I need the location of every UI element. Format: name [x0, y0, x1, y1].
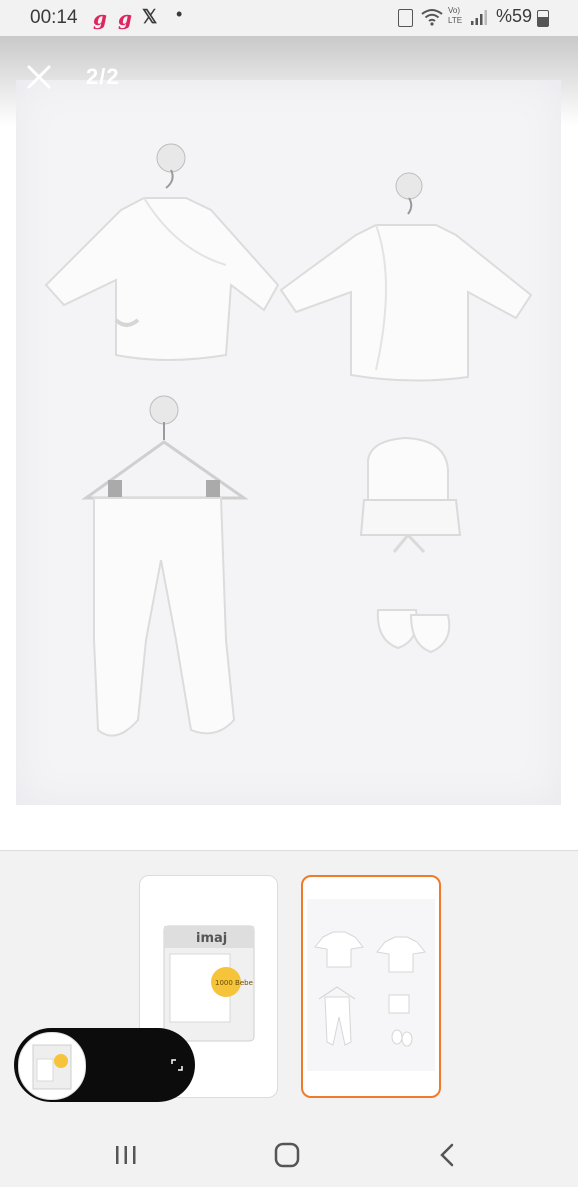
signal-icon — [471, 10, 487, 25]
hanger-3 — [81, 395, 249, 500]
battery-percent: %59 — [496, 6, 533, 26]
more-notifications-dot: • — [176, 4, 183, 24]
home-icon[interactable] — [267, 1140, 307, 1170]
product-photo[interactable] — [16, 80, 561, 805]
recent-apps-icon[interactable] — [106, 1140, 146, 1170]
thumbnail-clothing-set-selected[interactable] — [301, 875, 441, 1098]
back-icon[interactable] — [428, 1140, 468, 1170]
svg-text:imaj: imaj — [196, 931, 227, 946]
volte-label: Vo) — [448, 6, 461, 15]
close-icon[interactable] — [24, 62, 54, 92]
lte-label: LTE — [448, 16, 463, 25]
footed-pants — [93, 497, 236, 737]
x-app-icon: 𝕏 — [142, 7, 158, 28]
battery-icon — [537, 10, 549, 27]
picture-in-picture-window[interactable] — [14, 1028, 195, 1102]
wifi-icon — [421, 9, 443, 26]
pip-video-preview — [18, 1032, 86, 1100]
sim-icon — [398, 9, 413, 27]
image-counter: 2/2 — [86, 64, 120, 89]
wrap-shirt-right — [279, 224, 533, 382]
baby-mittens — [376, 609, 451, 654]
status-time: 00:14 — [30, 7, 78, 28]
baby-hat — [359, 436, 462, 554]
app-notification-icon: g — [118, 6, 132, 30]
clothing-set-thumbnail — [307, 899, 435, 1071]
navigation-bar — [0, 1122, 578, 1187]
image-viewer: 2/2 — [0, 36, 578, 848]
hanger-1 — [156, 143, 186, 189]
network-type-label: Vo) LTE — [448, 6, 462, 26]
expand-icon[interactable] — [170, 1058, 184, 1072]
clothing-set-illustration — [44, 143, 533, 737]
status-bar: 00:14 g g 𝕏 • Vo) LTE %59 — [0, 0, 578, 36]
wrap-shirt-left — [44, 197, 280, 361]
svg-text:1000 Bebe: 1000 Bebe — [215, 979, 253, 987]
hanger-2 — [395, 172, 423, 215]
pip-preview-thumbnail — [32, 1044, 72, 1090]
app-notification-icon: g — [93, 6, 107, 30]
